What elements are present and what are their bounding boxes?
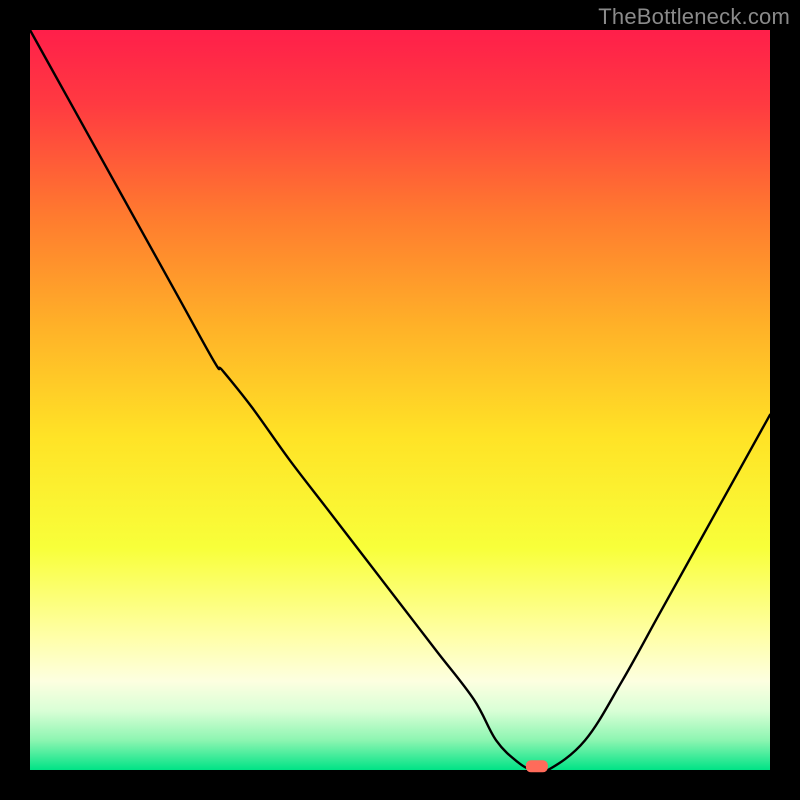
plot-background xyxy=(30,30,770,770)
bottleneck-chart xyxy=(0,0,800,800)
optimum-marker xyxy=(526,760,548,772)
chart-frame: TheBottleneck.com xyxy=(0,0,800,800)
